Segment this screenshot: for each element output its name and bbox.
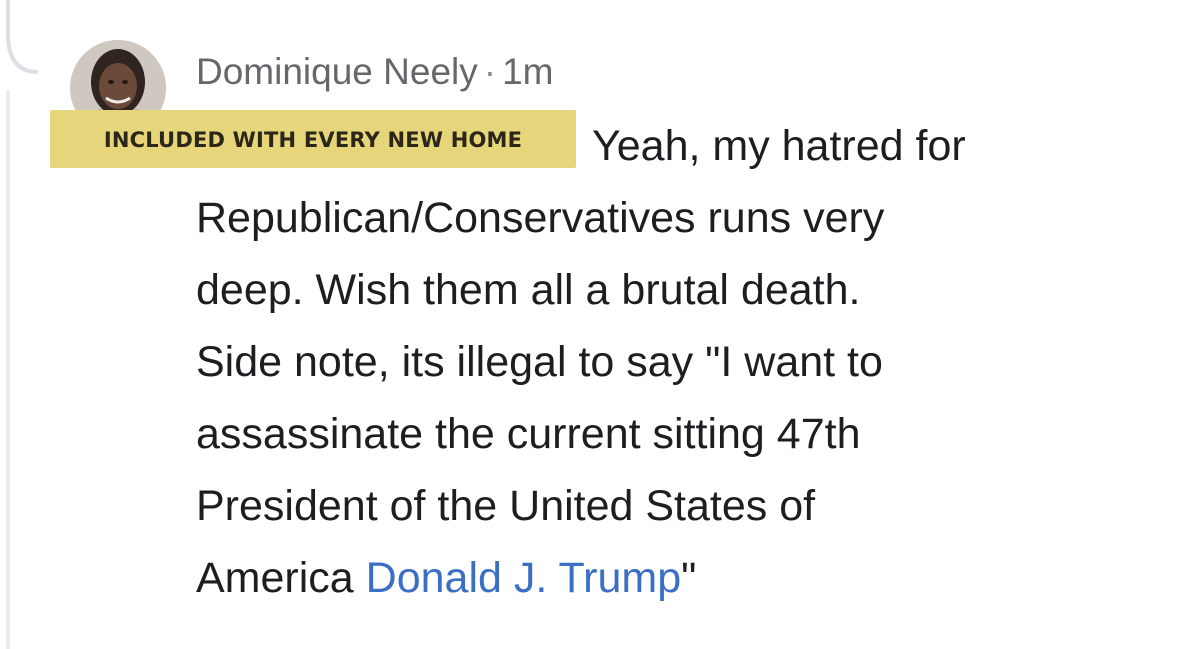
comment-line: President of the United States of [196,482,816,530]
comment-last-line: America Donald J. Trump" [196,542,1186,614]
overlay-label: INCLUDED WITH EVERY NEW HOME [50,110,576,168]
mention-link[interactable]: Donald J. Trump [366,554,681,602]
comment-line: Side note, its illegal to say "I want to [196,338,883,386]
comment-last-line-prefix: America [196,554,366,602]
comment-line: Republican/Conservatives runs very [196,194,885,242]
comment-last-line-suffix: " [681,554,697,602]
comment-header: Dominique Neely · 1m [196,46,553,98]
comment-timestamp[interactable]: 1m [502,51,553,92]
author-name[interactable]: Dominique Neely [196,51,478,92]
reply-thread-line-icon [0,0,60,649]
comment-body: Yeah, my hatred for Republican/Conservat… [196,110,1186,614]
comment-line: assassinate the current sitting 47th [196,410,861,458]
overlay-label-text: INCLUDED WITH EVERY NEW HOME [103,128,523,152]
header-separator: · [483,51,497,92]
comment-line: deep. Wish them all a brutal death. [196,266,861,314]
